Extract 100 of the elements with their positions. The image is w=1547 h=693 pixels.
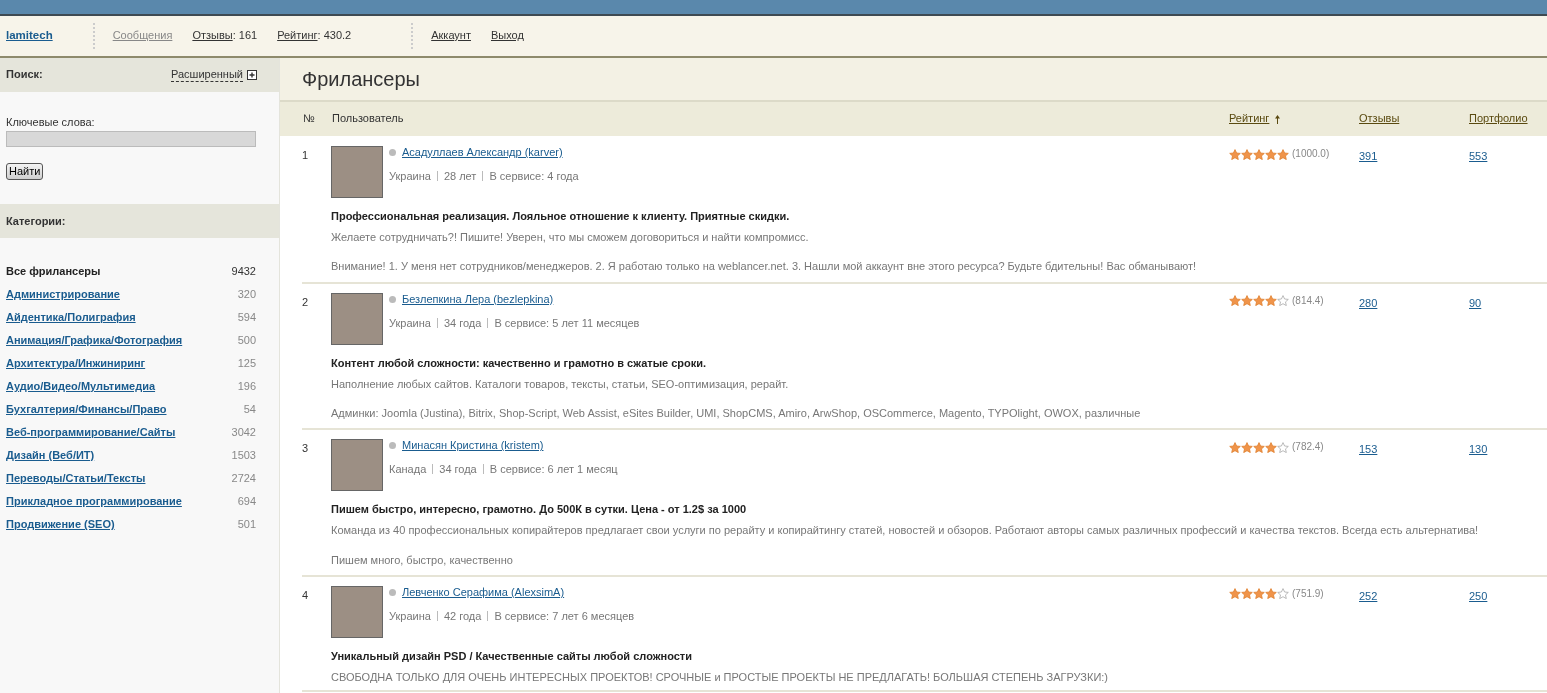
avatar-placeholder	[331, 146, 383, 198]
service-time-text: В сервисе: 5 лет 11 месяцев	[494, 316, 640, 329]
user-menu-link[interactable]: Аккаунт	[431, 29, 471, 43]
freelancer-name-link[interactable]: Асадуллаев Александр (karver)	[402, 146, 563, 160]
description-text: Наполнение любых сайтов. Каталоги товаров, тексты, статьи, SEO-оптимизация, рерайт.	[331, 377, 790, 391]
age-text: 42 года	[443, 609, 482, 622]
category-link[interactable]: Бухгалтерия/Финансы/Право	[6, 403, 167, 417]
categories-heading: Категории:	[6, 214, 66, 228]
expand-icon[interactable]	[247, 70, 257, 80]
reviews-count-link[interactable]: 280	[1359, 292, 1378, 310]
freelancer-name-link[interactable]: Левченко Серафима (AlexsimA)	[402, 585, 565, 599]
category-link[interactable]: Переводы/Статьи/Тексты	[6, 472, 146, 486]
category-link[interactable]: Анимация/Графика/Фотография	[6, 334, 183, 348]
note-text: Внимание! 1. У меня нет сотрудников/менеджеров. 2. Я работаю только на weblancer.net. 3. Нашли мой аккаунт вне этого ресурса? Будьте бдительны! Вас обманывают!	[331, 260, 1198, 274]
row-number: 3	[302, 441, 310, 456]
find-button[interactable]: Найти	[6, 163, 44, 181]
column-header-link[interactable]: Отзывы	[1359, 112, 1400, 125]
category-count: 501	[237, 518, 256, 532]
star-icon	[1229, 441, 1241, 453]
country-text: Канада	[389, 463, 427, 476]
headline-text: Пишем быстро, интересно, грамотно. До 500К в сутки. Цена - от 1.2$ за 1000	[331, 503, 748, 517]
service-time-text: В сервисе: 7 лет 6 месяцев	[494, 609, 635, 622]
star-icon	[1229, 295, 1241, 307]
category-link[interactable]: Веб-программирование/Сайты	[6, 426, 176, 440]
freelancer-name-link[interactable]: Безлепкина Лера (bezlepkina)	[402, 292, 554, 306]
description-text: СВОБОДНА ТОЛЬКО ДЛЯ ОЧЕНЬ ИНТЕРЕСНЫХ ПРОЕКТОВ! СРОЧНЫЕ и ПРОСТЫЕ ПРОЕКТЫ НЕ ПРЕДЛАГАТЬ! БОЛЬШАЯ СТЕПЕНЬ ЗАГРУЗКИ:)	[331, 670, 1110, 685]
freelancer-name-link[interactable]: Минасян Кристина (kristem)	[402, 439, 544, 453]
country-text: Украина	[389, 170, 431, 183]
category-link[interactable]: Продвижение (SEO)	[6, 518, 115, 532]
rating-score: (782.4)	[1292, 441, 1324, 454]
headline-text: Контент любой сложности: качественно и грамотно в сжатые сроки.	[331, 356, 708, 370]
category-link[interactable]: Аудио/Видео/Мультимедиа	[6, 380, 156, 394]
sort-column-link[interactable]: Рейтинг	[1229, 112, 1270, 126]
star-icon	[1277, 588, 1289, 600]
reviews-count-link[interactable]: 252	[1359, 585, 1378, 603]
portfolio-count-link[interactable]: 250	[1469, 585, 1488, 603]
avatar-placeholder	[331, 292, 383, 345]
service-time-text: В сервисе: 4 года	[489, 170, 579, 183]
category-count: 320	[237, 288, 256, 302]
category-count: 594	[237, 311, 256, 325]
category-link[interactable]: Архитектура/Инжиниринг	[6, 357, 146, 371]
headline-text: Профессиональная реализация. Лояльное отношение к клиенту. Приятные скидки.	[331, 210, 791, 224]
star-icon	[1253, 295, 1265, 307]
stat-link[interactable]: Рейтинг	[277, 29, 318, 43]
stat-link[interactable]: Отзывы	[192, 29, 233, 43]
category-link[interactable]: Администрирование	[6, 288, 120, 302]
row-number: 2	[302, 294, 310, 309]
avatar-placeholder	[331, 439, 383, 492]
category-count: 1503	[231, 449, 256, 463]
search-heading: Поиск:	[6, 68, 43, 82]
star-icon	[1229, 588, 1241, 600]
stat-value: : 430.2	[317, 29, 352, 43]
star-icon	[1277, 441, 1289, 453]
category-link[interactable]: Дизайн (Веб/ИТ)	[6, 449, 95, 463]
star-icon	[1241, 588, 1253, 600]
avatar-placeholder	[331, 585, 383, 638]
advanced-search-link[interactable]: Расширенный	[171, 67, 243, 83]
category-count: 9432	[231, 265, 256, 279]
category-count: 500	[237, 334, 256, 348]
rating-score: (814.4)	[1292, 294, 1324, 307]
column-header: Пользователь	[332, 112, 405, 126]
column-header: №	[302, 112, 316, 126]
category-link[interactable]: Прикладное программирование	[6, 495, 182, 509]
star-icon	[1265, 148, 1277, 160]
row-number: 1	[302, 148, 310, 163]
rating-score: (751.9)	[1292, 587, 1324, 600]
star-icon	[1265, 441, 1277, 453]
description-text: Команда из 40 профессиональных копирайтеров предлагает свои услуги по рерайту и копирайтингу статей, новостей и обзоров. Работают авторы самых различных профессий и качества текстов. Всегда есть альтернатива!	[331, 524, 1480, 538]
age-text: 34 года	[443, 316, 482, 329]
star-icon	[1265, 295, 1277, 307]
reviews-count-link[interactable]: 391	[1359, 146, 1378, 164]
sort-arrow-icon	[1274, 114, 1282, 124]
star-icon	[1241, 148, 1253, 160]
star-icon	[1229, 148, 1241, 160]
stat-value: : 161	[232, 29, 258, 43]
portfolio-count-link[interactable]: 553	[1469, 146, 1488, 164]
star-icon	[1241, 441, 1253, 453]
category-count: 125	[237, 357, 256, 371]
column-header-link[interactable]: Портфолио	[1469, 112, 1528, 125]
star-icon	[1265, 588, 1277, 600]
portfolio-count-link[interactable]: 130	[1469, 439, 1488, 457]
user-menu-link[interactable]: Выход	[491, 29, 524, 43]
reviews-count-link[interactable]: 153	[1359, 439, 1378, 457]
keywords-input[interactable]	[6, 131, 256, 148]
star-icon	[1253, 588, 1265, 600]
country-text: Украина	[389, 609, 431, 622]
rating-score: (1000.0)	[1292, 148, 1330, 160]
category-link[interactable]: Айдентика/Полиграфия	[6, 311, 136, 325]
star-icon	[1277, 295, 1289, 307]
category-item[interactable]: Все фрилансеры	[6, 265, 101, 279]
category-count: 3042	[231, 426, 256, 440]
keywords-label: Ключевые слова:	[6, 116, 96, 130]
headline-text: Уникальный дизайн PSD / Качественные сайты любой сложности	[331, 649, 693, 663]
star-icon	[1253, 441, 1265, 453]
category-count: 2724	[231, 472, 256, 486]
note-text: Пишем много, быстро, качественно	[331, 553, 514, 567]
age-text: 28 лет	[443, 170, 477, 183]
portfolio-count-link[interactable]: 90	[1469, 292, 1482, 310]
username-link[interactable]: lamitech	[6, 29, 53, 43]
country-text: Украина	[389, 316, 431, 329]
